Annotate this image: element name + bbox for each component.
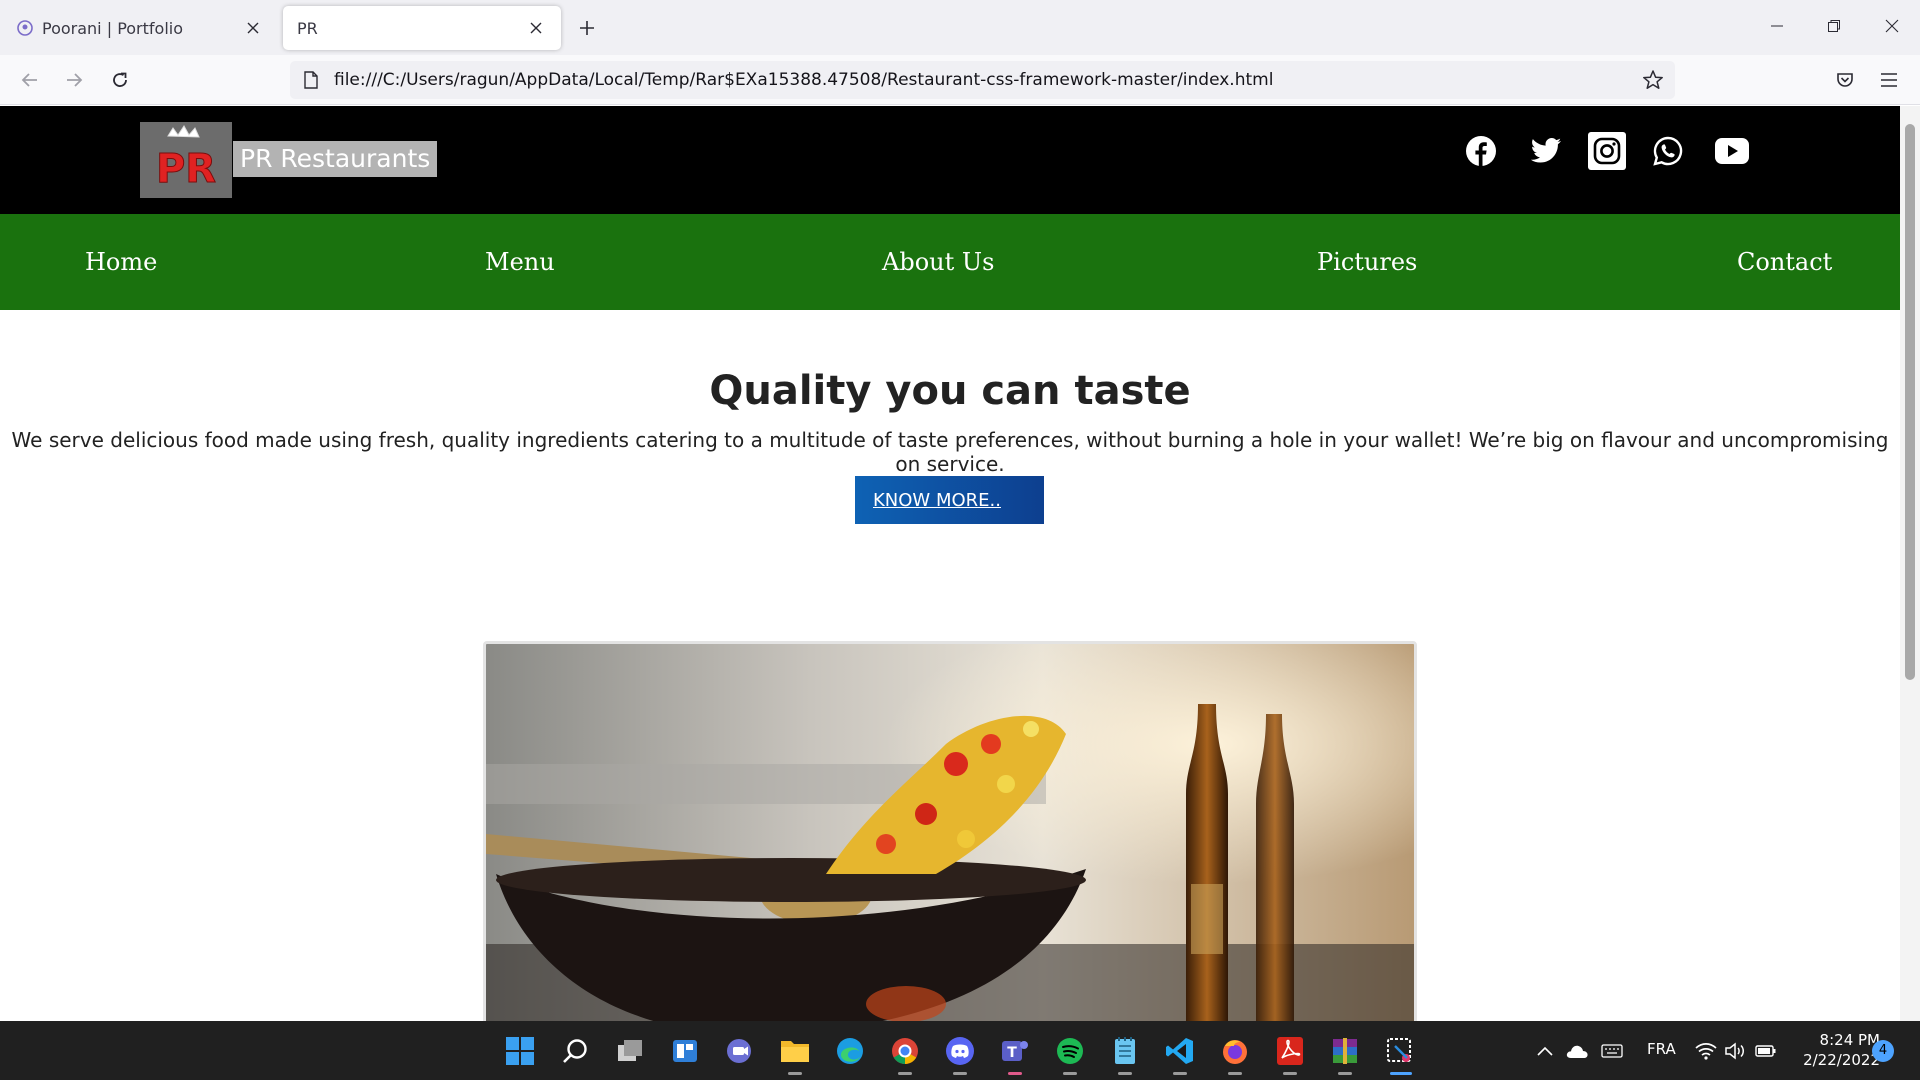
tab-portfolio[interactable]: Poorani | Portfolio xyxy=(2,6,278,50)
brand-name[interactable]: PR Restaurants xyxy=(233,141,438,177)
search-icon[interactable] xyxy=(557,1033,593,1069)
teams-chat-icon[interactable] xyxy=(722,1033,758,1069)
start-windows-icon[interactable] xyxy=(502,1033,538,1069)
volume-icon[interactable] xyxy=(1723,1039,1747,1063)
hamburger-menu-icon[interactable] xyxy=(1873,64,1905,96)
pocket-icon[interactable] xyxy=(1829,64,1861,96)
hero-description: We serve delicious food made using fresh… xyxy=(11,428,1889,476)
vscode-icon[interactable] xyxy=(1162,1033,1198,1069)
svg-text:T: T xyxy=(1007,1045,1017,1061)
running-indicator xyxy=(898,1072,912,1075)
address-bar[interactable]: file:///C:/Users/ragun/AppData/Local/Tem… xyxy=(290,61,1675,99)
running-indicator xyxy=(1008,1072,1022,1075)
scrollbar-thumb[interactable] xyxy=(1905,124,1915,680)
tab-title: PR xyxy=(297,18,318,38)
know-more-button[interactable]: KNOW MORE.. xyxy=(855,476,1044,524)
browser-navigation-bar: file:///C:/Users/ragun/AppData/Local/Tem… xyxy=(0,55,1920,105)
onedrive-cloud-icon[interactable] xyxy=(1565,1039,1589,1063)
url-text: file:///C:/Users/ragun/AppData/Local/Tem… xyxy=(334,70,1274,90)
main-navigation: Home Menu About Us Pictures Contact xyxy=(0,214,1900,310)
clock-date: 2/22/2022 xyxy=(1803,1051,1880,1069)
notepad-icon[interactable] xyxy=(1107,1033,1143,1069)
tab-close-icon[interactable] xyxy=(525,17,547,39)
spotify-icon[interactable] xyxy=(1052,1033,1088,1069)
youtube-icon[interactable] xyxy=(1713,132,1751,170)
running-indicator xyxy=(953,1072,967,1075)
microsoft-teams-icon[interactable]: T xyxy=(997,1033,1033,1069)
restore-icon[interactable] xyxy=(1814,8,1854,44)
forward-arrow-icon[interactable] xyxy=(58,64,90,96)
hero-title: Quality you can taste xyxy=(709,368,1191,414)
file-explorer-icon[interactable] xyxy=(777,1033,813,1069)
nav-about-us-link[interactable]: About Us xyxy=(882,244,994,280)
restaurant-logo[interactable]: PR xyxy=(140,122,232,198)
clock-time: 8:24 PM xyxy=(1819,1031,1880,1049)
nav-contact-link[interactable]: Contact xyxy=(1737,244,1832,280)
reload-icon[interactable] xyxy=(104,64,136,96)
system-clock[interactable]: 8:24 PM 2/22/2022 xyxy=(1790,1030,1880,1070)
running-indicator xyxy=(1283,1072,1297,1075)
chevron-up-icon[interactable] xyxy=(1533,1039,1557,1063)
running-indicator xyxy=(1118,1072,1132,1075)
keyboard-icon[interactable] xyxy=(1600,1039,1624,1063)
portfolio-favicon-icon xyxy=(16,19,34,37)
bookmark-star-icon[interactable] xyxy=(1641,68,1665,92)
instagram-icon[interactable] xyxy=(1588,132,1626,170)
page-viewport: PR PR Restaurants Home Menu About Us Pic… xyxy=(0,106,1900,1021)
tab-close-icon[interactable] xyxy=(242,17,264,39)
close-window-icon[interactable] xyxy=(1872,8,1912,44)
firefox-icon[interactable] xyxy=(1217,1033,1253,1069)
nav-menu-link[interactable]: Menu xyxy=(485,244,555,280)
minimize-icon[interactable] xyxy=(1757,8,1797,44)
back-arrow-icon[interactable] xyxy=(14,64,46,96)
running-indicator xyxy=(1173,1072,1187,1075)
logo-lettering: PR xyxy=(156,146,216,192)
acrobat-reader-icon[interactable] xyxy=(1272,1033,1308,1069)
winrar-icon[interactable] xyxy=(1327,1033,1363,1069)
facebook-icon[interactable] xyxy=(1462,132,1500,170)
notification-badge[interactable]: 4 xyxy=(1872,1040,1894,1062)
site-header: PR PR Restaurants xyxy=(0,106,1900,214)
input-language[interactable]: FRA xyxy=(1647,1040,1676,1058)
running-indicator xyxy=(788,1072,802,1075)
page-icon xyxy=(300,69,322,91)
chrome-icon[interactable] xyxy=(887,1033,923,1069)
edge-browser-icon[interactable] xyxy=(832,1033,868,1069)
running-indicator xyxy=(1338,1072,1352,1075)
vertical-scrollbar[interactable] xyxy=(1900,106,1920,1021)
nav-pictures-link[interactable]: Pictures xyxy=(1317,244,1417,280)
tab-pr[interactable]: PR xyxy=(283,6,561,50)
snipping-tool-icon[interactable] xyxy=(1382,1033,1418,1069)
twitter-icon[interactable] xyxy=(1527,132,1565,170)
browser-tab-bar: Poorani | Portfolio PR xyxy=(0,0,1920,55)
running-indicator xyxy=(1063,1072,1077,1075)
whatsapp-icon[interactable] xyxy=(1649,132,1687,170)
wifi-icon[interactable] xyxy=(1694,1039,1718,1063)
tab-title: Poorani | Portfolio xyxy=(42,18,184,38)
nav-home-link[interactable]: Home xyxy=(85,244,157,280)
widgets-icon[interactable] xyxy=(667,1033,703,1069)
running-indicator xyxy=(1228,1072,1242,1075)
new-tab-button[interactable] xyxy=(570,14,604,42)
active-app-indicator xyxy=(1390,1072,1412,1075)
battery-icon[interactable] xyxy=(1754,1039,1778,1063)
task-view-icon[interactable] xyxy=(612,1033,648,1069)
discord-icon[interactable] xyxy=(942,1033,978,1069)
windows-taskbar: T FRA 8:24 PM 2/22/2022 4 xyxy=(0,1021,1920,1080)
wok-cooking-photo xyxy=(483,641,1417,1021)
